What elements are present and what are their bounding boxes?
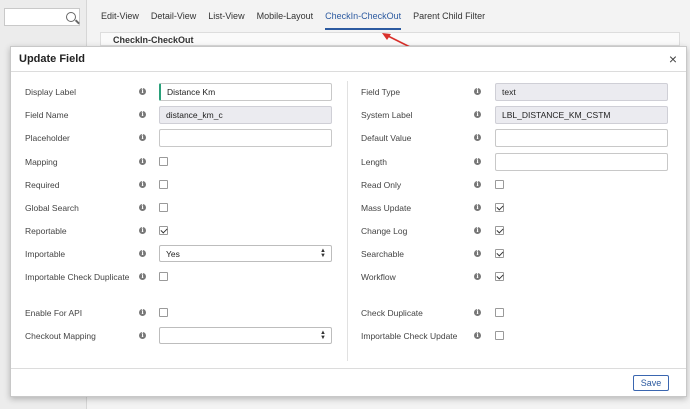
field-type-input: text xyxy=(495,83,668,101)
select-arrows-icon: ▲ ▼ xyxy=(320,330,326,341)
info-icon[interactable]: i xyxy=(139,204,146,211)
modal-title: Update Field xyxy=(19,53,86,65)
info-icon[interactable]: i xyxy=(474,134,481,141)
save-button[interactable]: Save xyxy=(633,375,669,391)
field-name-input: distance_km_c xyxy=(159,106,332,124)
check-duplicate-checkbox[interactable] xyxy=(495,308,504,317)
length-input[interactable] xyxy=(495,153,668,171)
placeholder-input[interactable] xyxy=(159,129,332,147)
field-name-label: Field Name xyxy=(25,110,69,120)
info-icon[interactable]: i xyxy=(474,88,481,95)
reportable-checkbox[interactable] xyxy=(159,226,168,235)
info-icon[interactable]: i xyxy=(474,332,481,339)
global-search-checkbox[interactable] xyxy=(159,203,168,212)
info-icon[interactable]: i xyxy=(139,273,146,280)
searchable-label: Searchable xyxy=(361,249,405,259)
tab-checkin-checkout[interactable]: CheckIn-CheckOut xyxy=(325,7,402,30)
tab-mobile-layout[interactable]: Mobile-Layout xyxy=(257,7,314,25)
info-icon[interactable]: i xyxy=(139,88,146,95)
modal-header: Update Field × xyxy=(11,47,686,72)
checkout-mapping-label: Checkout Mapping xyxy=(25,331,96,341)
info-icon[interactable]: i xyxy=(474,273,481,280)
search-icon[interactable] xyxy=(66,12,76,22)
check-duplicate-label: Check Duplicate xyxy=(361,308,423,318)
display-label-input[interactable]: Distance Km xyxy=(159,83,332,101)
info-icon[interactable]: i xyxy=(474,158,481,165)
default-value-label: Default Value xyxy=(361,133,412,143)
importable-check-update-checkbox[interactable] xyxy=(495,331,504,340)
info-icon[interactable]: i xyxy=(474,204,481,211)
importable-check-duplicate-checkbox[interactable] xyxy=(159,272,168,281)
change-log-checkbox[interactable] xyxy=(495,226,504,235)
mass-update-label: Mass Update xyxy=(361,203,412,213)
importable-check-duplicate-label: Importable Check Duplicate xyxy=(25,272,130,282)
workflow-label: Workflow xyxy=(361,272,396,282)
system-label-label: System Label xyxy=(361,110,413,120)
info-icon[interactable]: i xyxy=(474,309,481,316)
layout-tabs: Edit-View Detail-View List-View Mobile-Layo… xyxy=(87,0,690,32)
info-icon[interactable]: i xyxy=(139,111,146,118)
required-label: Required xyxy=(25,180,60,190)
info-icon[interactable]: i xyxy=(474,181,481,188)
sidebar-search-input[interactable] xyxy=(4,8,80,26)
system-label-input: LBL_DISTANCE_KM_CSTM xyxy=(495,106,668,124)
importable-select-value: Yes xyxy=(166,249,180,259)
workflow-checkbox[interactable] xyxy=(495,272,504,281)
column-divider xyxy=(347,81,348,361)
checkout-mapping-select[interactable]: ▲ ▼ xyxy=(159,327,332,344)
close-icon[interactable]: × xyxy=(669,52,677,66)
modal-footer: Save xyxy=(11,368,686,396)
read-only-label: Read Only xyxy=(361,180,402,190)
default-value-input[interactable] xyxy=(495,129,668,147)
mapping-label: Mapping xyxy=(25,157,58,167)
info-icon[interactable]: i xyxy=(139,332,146,339)
reportable-label: Reportable xyxy=(25,226,67,236)
importable-check-update-label: Importable Check Update xyxy=(361,331,458,341)
panel-title: CheckIn-CheckOut xyxy=(113,35,194,45)
enable-for-api-label: Enable For API xyxy=(25,308,83,318)
tab-detail-view[interactable]: Detail-View xyxy=(151,7,196,25)
read-only-checkbox[interactable] xyxy=(495,180,504,189)
importable-select[interactable]: Yes ▲ ▼ xyxy=(159,245,332,262)
field-type-label: Field Type xyxy=(361,87,401,97)
tab-edit-view[interactable]: Edit-View xyxy=(101,7,139,25)
info-icon[interactable]: i xyxy=(139,250,146,257)
info-icon[interactable]: i xyxy=(139,181,146,188)
required-checkbox[interactable] xyxy=(159,180,168,189)
enable-for-api-checkbox[interactable] xyxy=(159,308,168,317)
info-icon[interactable]: i xyxy=(474,111,481,118)
info-icon[interactable]: i xyxy=(139,134,146,141)
update-field-modal: Update Field × Display Label i Distance Km… xyxy=(10,46,687,397)
mapping-checkbox[interactable] xyxy=(159,157,168,166)
info-icon[interactable]: i xyxy=(139,158,146,165)
searchable-checkbox[interactable] xyxy=(495,249,504,258)
placeholder-label: Placeholder xyxy=(25,133,70,143)
tab-list-view[interactable]: List-View xyxy=(208,7,244,25)
select-arrows-icon: ▲ ▼ xyxy=(320,248,326,259)
global-search-label: Global Search xyxy=(25,203,79,213)
change-log-label: Change Log xyxy=(361,226,408,236)
tab-parent-child-filter[interactable]: Parent Child Filter xyxy=(413,7,485,25)
info-icon[interactable]: i xyxy=(139,309,146,316)
mass-update-checkbox[interactable] xyxy=(495,203,504,212)
length-label: Length xyxy=(361,157,387,167)
info-icon[interactable]: i xyxy=(139,227,146,234)
info-icon[interactable]: i xyxy=(474,227,481,234)
importable-label: Importable xyxy=(25,249,66,259)
display-label-label: Display Label xyxy=(25,87,77,97)
info-icon[interactable]: i xyxy=(474,250,481,257)
